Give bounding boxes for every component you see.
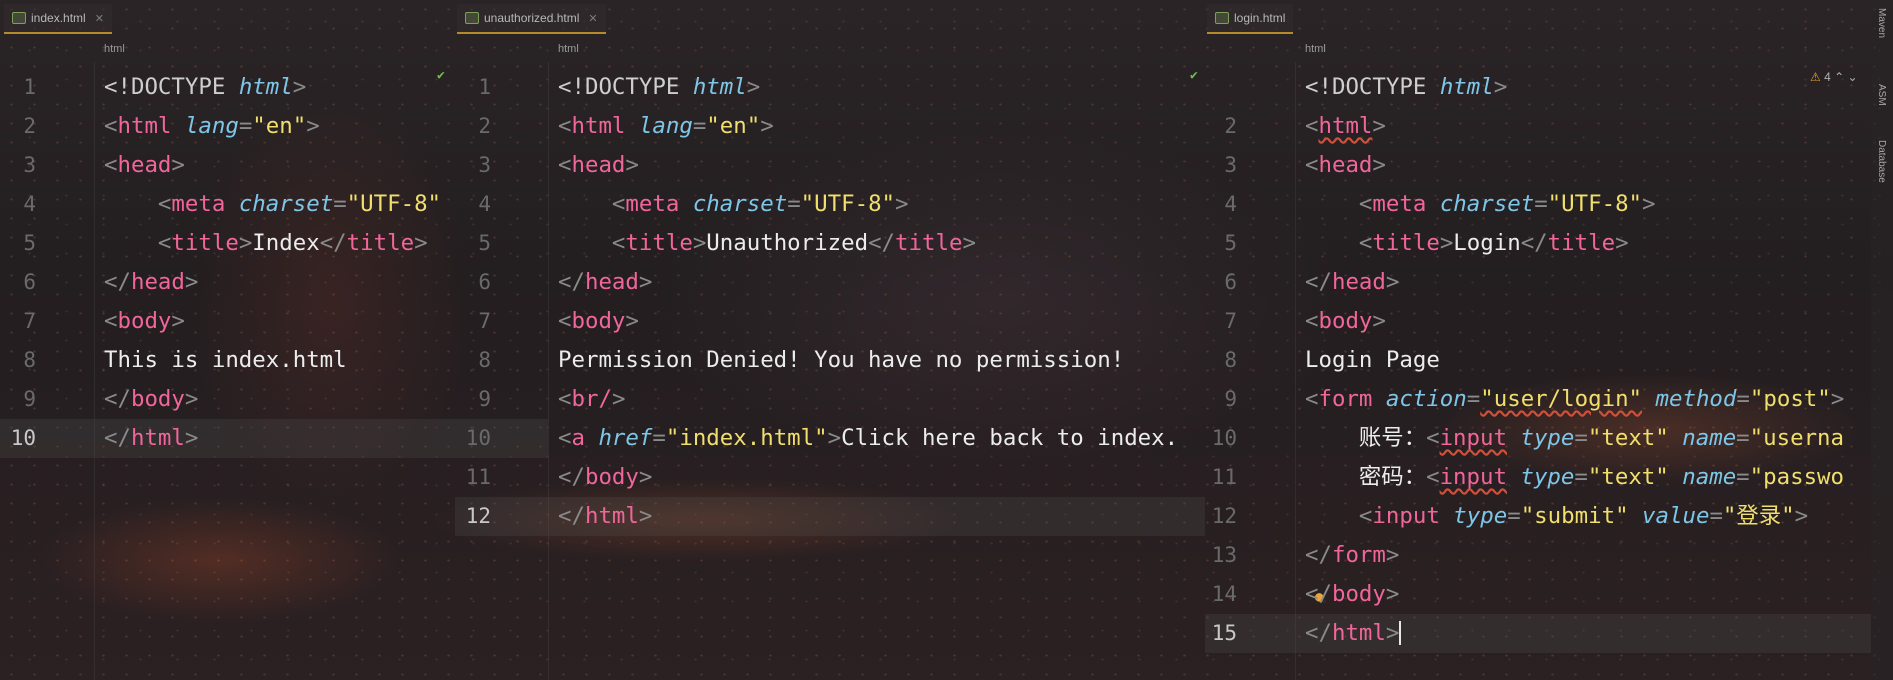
tab-login-html[interactable]: login.html: [1207, 4, 1294, 34]
text-cursor: [1399, 621, 1402, 645]
close-icon[interactable]: ✕: [95, 12, 104, 25]
code-editor-index[interactable]: <!DOCTYPE html> <html lang="en"> <head> …: [104, 68, 441, 458]
breadcrumb[interactable]: html: [104, 43, 125, 55]
check-icon: ✔: [1190, 68, 1198, 83]
chevron-down-icon[interactable]: ⌄: [1848, 70, 1858, 84]
line-numbers: 1 2 3 4 5 6 7 8 9 10: [10, 75, 36, 450]
gutter-divider: [548, 62, 549, 680]
sidebar-item-asm[interactable]: ASM: [1876, 84, 1887, 106]
line-numbers: 1 2 3 4 5 6 7 8 9 10 11 12: [465, 75, 491, 528]
breadcrumb[interactable]: html: [1305, 43, 1326, 55]
gutter-divider: [1295, 62, 1296, 680]
tab-label: index.html: [31, 11, 86, 25]
code-editor-login[interactable]: <!DOCTYPE html> <html> <head> <meta char…: [1305, 68, 1844, 653]
tab-index-html[interactable]: index.html ✕: [4, 4, 112, 34]
tab-label: unauthorized.html: [484, 11, 580, 25]
html-file-icon: [465, 12, 479, 24]
code-editor-unauthorized[interactable]: <!DOCTYPE html> <html lang="en"> <head> …: [558, 68, 1178, 536]
html-file-icon: [1215, 12, 1229, 24]
editor-pane-login: login.html html ● 2 3 4 5 6 7 8 9 10 11 …: [1205, 0, 1893, 680]
editor-pane-unauthorized: unauthorized.html ✕ html ✔ 1 2 3 4 5 6 7…: [455, 0, 1215, 680]
tab-label: login.html: [1234, 11, 1286, 25]
warning-icon: ⚠: [1810, 70, 1821, 84]
close-icon[interactable]: ✕: [588, 12, 597, 25]
sidebar-item-maven[interactable]: Maven: [1876, 8, 1887, 38]
html-file-icon: [12, 12, 26, 24]
inspection-widget[interactable]: ⚠ 4 ⌃ ⌄: [1810, 70, 1858, 84]
tab-unauthorized-html[interactable]: unauthorized.html ✕: [457, 4, 606, 34]
gutter-divider: [94, 62, 95, 680]
line-numbers: 2 3 4 5 6 7 8 9 10 11 12 13 14 15: [1211, 114, 1237, 645]
sidebar-item-database[interactable]: Database: [1876, 140, 1887, 183]
warning-count: 4: [1824, 70, 1831, 84]
right-tool-sidebar: Maven ASM Database: [1871, 0, 1893, 680]
chevron-up-icon[interactable]: ⌃: [1834, 70, 1844, 84]
breadcrumb[interactable]: html: [558, 43, 579, 55]
